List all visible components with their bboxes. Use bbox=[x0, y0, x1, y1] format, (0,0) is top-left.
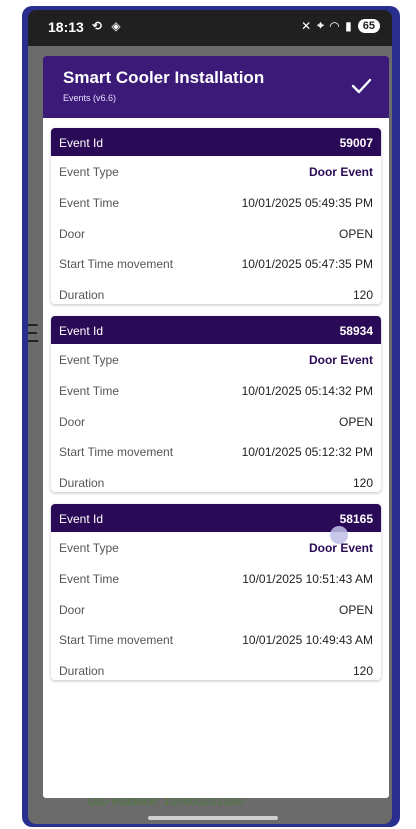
event-type-row: Event Type Door Event bbox=[51, 344, 381, 375]
wifi-icon: ◠ bbox=[329, 18, 340, 33]
door-label: Door bbox=[59, 414, 86, 429]
duration-label: Duration bbox=[59, 288, 105, 303]
events-dialog: Smart Cooler Installation Events (v6.6) … bbox=[43, 56, 389, 798]
door-value: OPEN bbox=[338, 602, 373, 617]
start-time-row: Start Time movement 10/01/2025 05:12:32 … bbox=[51, 436, 381, 467]
event-type-value: Door Event bbox=[308, 353, 373, 367]
event-time-value: 10/01/2025 05:14:32 PM bbox=[241, 383, 373, 398]
background-letter: E bbox=[28, 318, 40, 348]
start-time-value: 10/01/2025 05:47:35 PM bbox=[241, 257, 373, 272]
duration-value: 120 bbox=[352, 476, 373, 491]
status-right-icons: ✕ ⌖ ◠ ▮ 65 bbox=[301, 18, 380, 33]
event-time-value: 10/01/2025 05:49:35 PM bbox=[241, 195, 373, 210]
phone-screen: 18:13 ⟲ ◈ ✕ ⌖ ◠ ▮ 65 E UID instance: 100… bbox=[28, 10, 392, 824]
door-row: Door OPEN bbox=[51, 218, 381, 249]
event-id-value: 59007 bbox=[339, 136, 373, 150]
duration-row: Duration 120 bbox=[51, 279, 381, 304]
dialog-title: Smart Cooler Installation bbox=[63, 68, 265, 87]
start-time-label: Start Time movement bbox=[59, 257, 174, 272]
event-time-row: Event Time 10/01/2025 05:49:35 PM bbox=[51, 187, 381, 218]
event-type-label: Event Type bbox=[59, 353, 119, 367]
confirm-button[interactable] bbox=[345, 70, 377, 102]
duration-label: Duration bbox=[59, 476, 105, 491]
event-time-label: Event Time bbox=[59, 571, 120, 586]
event-type-row: Event Type Door Event bbox=[51, 156, 381, 187]
event-time-row: Event Time 10/01/2025 05:14:32 PM bbox=[51, 375, 381, 406]
door-row: Door OPEN bbox=[51, 594, 381, 625]
event-time-row: Event Time 10/01/2025 10:51:43 AM bbox=[51, 563, 381, 594]
location-icon: ⌖ bbox=[317, 18, 324, 32]
start-time-value: 10/01/2025 10:49:43 AM bbox=[242, 633, 373, 648]
status-time: 18:13 bbox=[48, 19, 84, 35]
duration-row: Duration 120 bbox=[51, 467, 381, 492]
event-card-header: Event Id 59007 bbox=[51, 128, 381, 156]
duration-label: Duration bbox=[59, 664, 105, 679]
mute-icon: ✕ bbox=[301, 18, 312, 33]
event-id-label: Event Id bbox=[59, 136, 104, 150]
door-value: OPEN bbox=[338, 414, 373, 429]
battery-badge: 65 bbox=[357, 18, 380, 33]
event-time-value: 10/01/2025 10:51:43 AM bbox=[242, 571, 373, 586]
event-type-label: Event Type bbox=[59, 541, 119, 555]
start-time-label: Start Time movement bbox=[59, 445, 174, 460]
door-label: Door bbox=[59, 602, 86, 617]
event-id-value: 58165 bbox=[339, 512, 373, 526]
touch-indicator bbox=[330, 526, 348, 544]
duration-value: 120 bbox=[352, 288, 373, 303]
event-type-value: Door Event bbox=[308, 165, 373, 179]
dialog-subtitle: Events (v6.6) bbox=[63, 93, 117, 103]
event-id-value: 58934 bbox=[339, 324, 373, 338]
start-time-label: Start Time movement bbox=[59, 633, 174, 648]
event-time-label: Event Time bbox=[59, 383, 120, 398]
check-icon bbox=[351, 78, 372, 94]
start-time-row: Start Time movement 10/01/2025 10:49:43 … bbox=[51, 624, 381, 655]
start-time-value: 10/01/2025 05:12:32 PM bbox=[241, 445, 373, 460]
duration-value: 120 bbox=[352, 664, 373, 679]
door-label: Door bbox=[59, 226, 86, 241]
dialog-header: Smart Cooler Installation Events (v6.6) bbox=[43, 56, 389, 118]
signal-icon: ▮ bbox=[345, 18, 352, 33]
event-card[interactable]: Event Id 58934 Event Type Door Event Eve… bbox=[51, 316, 381, 492]
status-left-icons: ⟲ ◈ bbox=[92, 19, 124, 33]
event-card-header: Event Id 58934 bbox=[51, 316, 381, 344]
status-bar: 18:13 ⟲ ◈ ✕ ⌖ ◠ ▮ 65 bbox=[28, 10, 392, 46]
duration-row: Duration 120 bbox=[51, 655, 381, 680]
shield-icon: ◈ bbox=[111, 19, 124, 33]
event-time-label: Event Time bbox=[59, 195, 120, 210]
event-id-label: Event Id bbox=[59, 512, 104, 526]
door-row: Door OPEN bbox=[51, 406, 381, 437]
loop-icon: ⟲ bbox=[92, 19, 106, 33]
event-card[interactable]: Event Id 59007 Event Type Door Event Eve… bbox=[51, 128, 381, 304]
door-value: OPEN bbox=[338, 226, 373, 241]
start-time-row: Start Time movement 10/01/2025 05:47:35 … bbox=[51, 248, 381, 279]
gesture-handle[interactable] bbox=[148, 816, 278, 820]
event-id-label: Event Id bbox=[59, 324, 104, 338]
event-type-label: Event Type bbox=[59, 165, 119, 179]
